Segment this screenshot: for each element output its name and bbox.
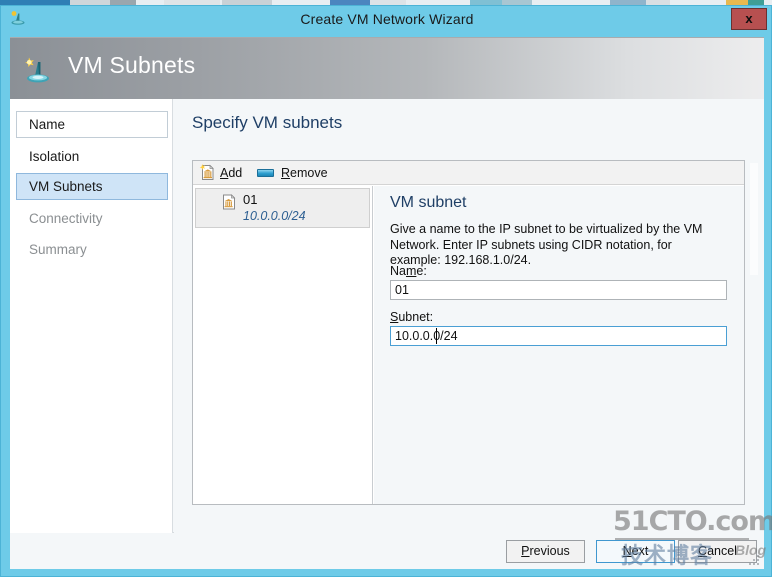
remove-mnemonic: R (281, 166, 291, 180)
subnet-detail-pane: VM subnet Give a name to the IP subnet t… (374, 186, 744, 504)
name-label-pre: Na (390, 264, 406, 278)
page-title: Specify VM subnets (192, 113, 343, 132)
wizard-footer: Previous Next Cancel (10, 533, 764, 569)
cancel-button[interactable]: Cancel (678, 540, 757, 563)
subnet-list: 01 10.0.0.0/24 (193, 186, 373, 504)
sidebar-item-vm-subnets[interactable]: VM Subnets (16, 173, 168, 200)
remove-icon (257, 169, 274, 177)
cancel-mnemonic: C (698, 544, 708, 558)
previous-button[interactable]: Previous (506, 540, 585, 563)
sidebar-item-isolation[interactable]: Isolation (16, 143, 168, 170)
list-item-subnet: 10.0.0.0/24 (243, 209, 306, 223)
name-label-mnemonic: m (405, 264, 417, 278)
scrollbar-track[interactable] (749, 101, 762, 531)
subnet-label-post: ubnet: (398, 310, 434, 324)
subnet-icon (222, 194, 237, 210)
name-field-label: Name: (390, 264, 427, 278)
close-icon[interactable]: x (731, 8, 767, 30)
scrollbar-thumb[interactable] (750, 163, 758, 275)
detail-description: Give a name to the IP subnet to be virtu… (390, 222, 703, 267)
next-button[interactable]: Next (596, 540, 675, 563)
sidebar-item-summary: Summary (29, 242, 87, 257)
list-item[interactable]: 01 10.0.0.0/24 (195, 188, 370, 228)
detail-title: VM subnet (390, 194, 467, 211)
banner-title: VM Subnets (68, 52, 196, 78)
vm-subnet-icon (22, 54, 54, 86)
resize-grip[interactable] (749, 555, 760, 566)
name-label-post: e: (416, 264, 427, 278)
next-label-rest: ext (631, 544, 649, 558)
subnets-content-box: Add Remove 01 10.0.0.0/24 VM subnet Give… (192, 160, 745, 505)
subnet-input[interactable]: 10.0.0.0/24 (390, 326, 727, 346)
previous-label-rest: revious (529, 544, 570, 558)
window-title: Create VM Network Wizard (300, 11, 474, 27)
name-input[interactable]: 01 (390, 280, 727, 300)
remove-label-rest: emove (290, 166, 328, 180)
main-panel: Specify VM subnets Add Remove 01 10.0.0.… (174, 99, 764, 533)
subnet-field-label: Subnet: (390, 310, 433, 324)
title-bar[interactable]: Create VM Network Wizard x (1, 6, 771, 32)
wizard-window: Create VM Network Wizard x VM Subnets Na… (0, 5, 772, 577)
text-caret (436, 328, 437, 344)
wizard-body: Name Isolation VM Subnets Connectivity S… (10, 99, 764, 533)
sidebar-item-name[interactable]: Name (16, 111, 168, 138)
add-button[interactable]: Add (220, 164, 242, 182)
remove-button[interactable]: Remove (281, 164, 328, 182)
add-label-rest: dd (228, 166, 243, 180)
sidebar-item-connectivity: Connectivity (29, 211, 103, 226)
wizard-step-sidebar: Name Isolation VM Subnets Connectivity S… (10, 99, 173, 533)
next-mnemonic: N (622, 544, 632, 558)
cancel-label-rest: ancel (707, 544, 737, 558)
add-subnet-icon (199, 164, 216, 181)
page-banner: VM Subnets (10, 37, 764, 99)
previous-mnemonic: P (521, 544, 530, 558)
list-item-name: 01 (243, 192, 258, 207)
subnets-toolbar: Add Remove (193, 161, 744, 185)
